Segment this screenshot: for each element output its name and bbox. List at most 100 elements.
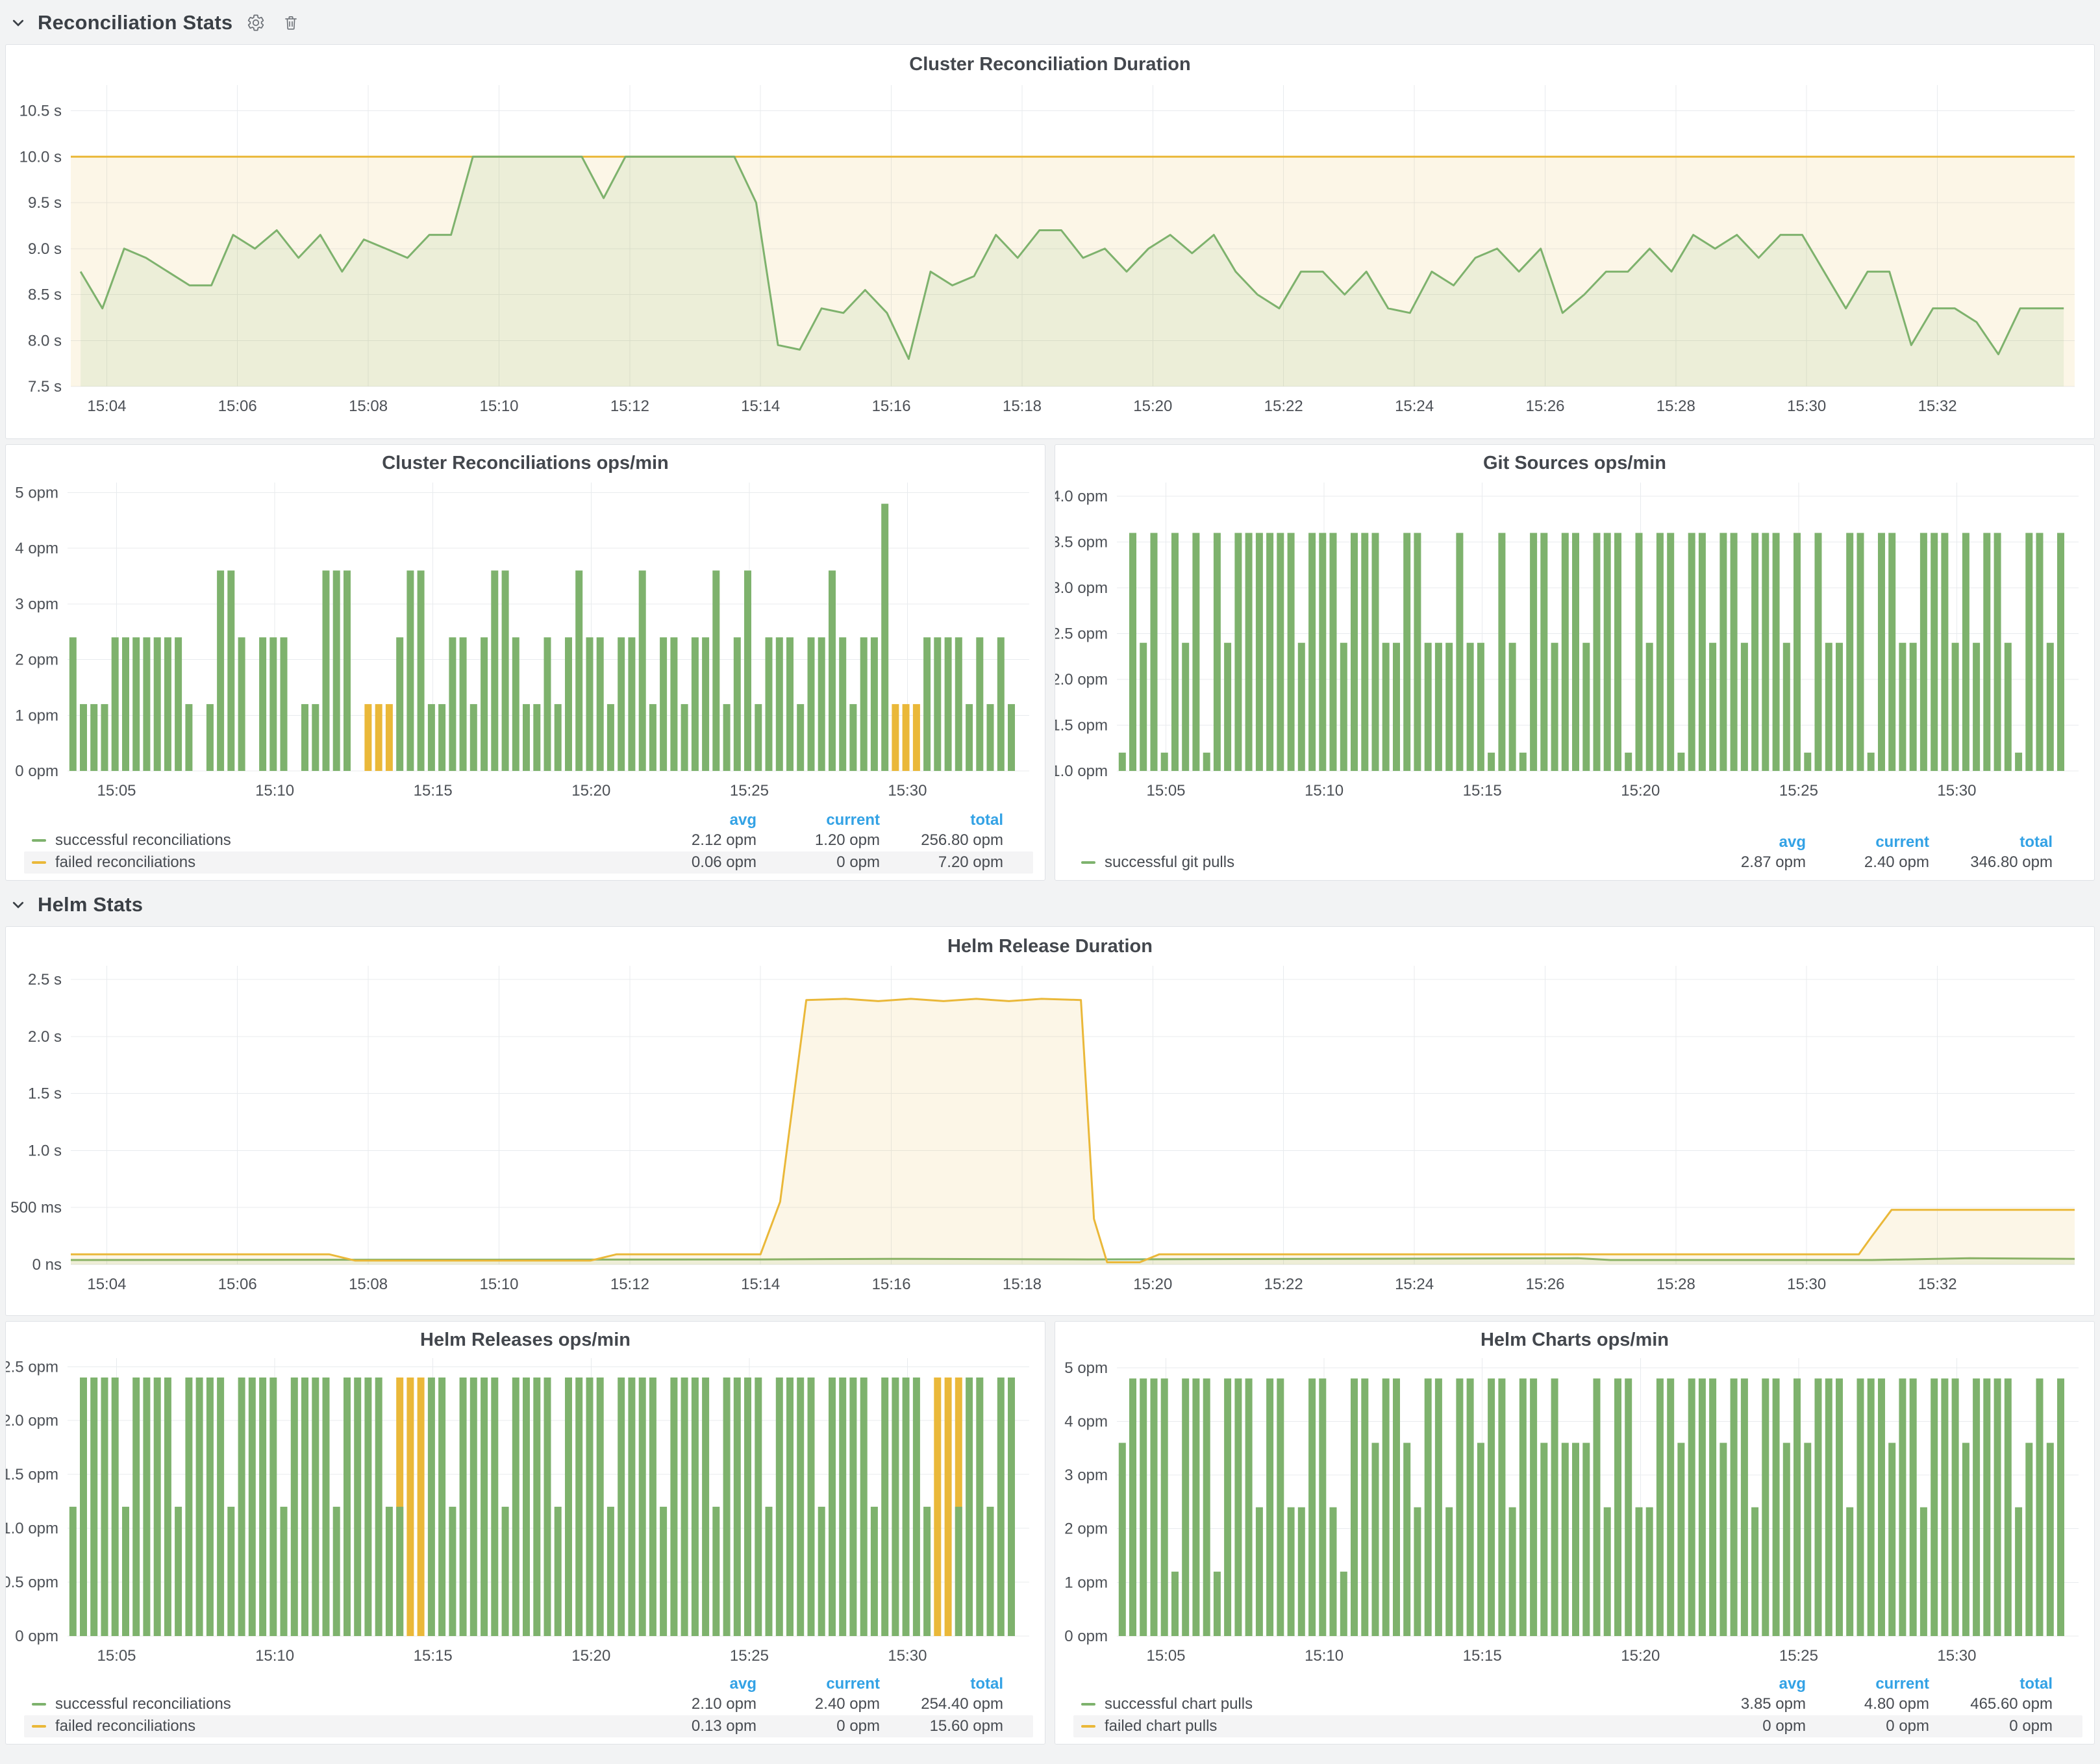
legend-sort-current[interactable]: current <box>756 811 880 829</box>
section-title[interactable]: Helm Stats <box>38 893 143 916</box>
svg-text:15:32: 15:32 <box>1918 1276 1957 1293</box>
svg-text:15:16: 15:16 <box>872 397 911 415</box>
legend-sort-current[interactable]: current <box>756 1675 880 1693</box>
panel-title[interactable]: Helm Charts ops/min <box>1055 1322 2094 1349</box>
svg-text:2.0 opm: 2.0 opm <box>6 1412 58 1430</box>
svg-text:15:32: 15:32 <box>1918 397 1957 415</box>
legend-sort-current[interactable]: current <box>1806 833 1929 851</box>
legend-sort-total[interactable]: total <box>880 1675 1003 1693</box>
svg-text:1.5 opm: 1.5 opm <box>6 1466 58 1483</box>
panel-helm-charts-opm: Helm Charts ops/min 15:0515:1015:1515:20… <box>1055 1321 2095 1745</box>
legend: avgcurrenttotalsuccessful chart pulls3.8… <box>1073 1675 2082 1737</box>
svg-text:15:10: 15:10 <box>479 1276 518 1293</box>
svg-text:15:22: 15:22 <box>1264 397 1303 415</box>
panel-title[interactable]: Helm Releases ops/min <box>6 1322 1045 1349</box>
svg-text:0 ns: 0 ns <box>32 1256 62 1274</box>
svg-text:15:30: 15:30 <box>888 1647 927 1665</box>
svg-text:15:05: 15:05 <box>97 1647 136 1665</box>
legend-row[interactable]: successful chart pulls3.85 opm4.80 opm46… <box>1073 1693 2082 1715</box>
legend-sort-avg[interactable]: avg <box>633 811 756 829</box>
svg-text:15:08: 15:08 <box>349 397 388 415</box>
svg-text:4 opm: 4 opm <box>1064 1413 1108 1431</box>
svg-text:15:30: 15:30 <box>1787 397 1826 415</box>
legend-row[interactable]: failed chart pulls0 opm0 opm0 opm <box>1073 1715 2082 1737</box>
svg-text:500 ms: 500 ms <box>10 1199 62 1216</box>
panel-cluster-reconciliation-duration: Cluster Reconciliation Duration 15:04 15:… <box>5 44 2095 439</box>
trash-icon[interactable] <box>279 11 303 34</box>
legend-sort-current[interactable]: current <box>1806 1675 1929 1693</box>
chevron-down-icon[interactable] <box>10 897 26 913</box>
svg-text:15:10: 15:10 <box>255 1647 294 1665</box>
svg-text:5 opm: 5 opm <box>15 484 58 501</box>
legend: avgcurrenttotalsuccessful reconciliation… <box>24 811 1033 874</box>
svg-text:15:24: 15:24 <box>1395 1276 1434 1293</box>
line-chart-helm-release-duration[interactable]: 15:0415:0615:0815:1015:1215:1415:1615:18… <box>6 957 2094 1316</box>
svg-text:15:12: 15:12 <box>610 397 649 415</box>
svg-text:1 opm: 1 opm <box>15 707 58 724</box>
svg-text:15:30: 15:30 <box>1937 782 1976 800</box>
svg-text:15:22: 15:22 <box>1264 1276 1303 1293</box>
bar-chart-helm-releases[interactable]: 15:0515:1015:1515:2015:2515:300 opm0.5 o… <box>6 1349 1045 1677</box>
svg-text:15:10: 15:10 <box>1305 1647 1344 1665</box>
legend-sort-avg[interactable]: avg <box>633 1675 756 1693</box>
svg-text:15:30: 15:30 <box>888 782 927 800</box>
svg-text:15:15: 15:15 <box>414 1647 453 1665</box>
panel-title[interactable]: Git Sources ops/min <box>1055 445 2094 472</box>
svg-text:3 opm: 3 opm <box>15 596 58 613</box>
series-color-dash-icon <box>32 1725 46 1728</box>
series-color-dash-icon <box>1081 1725 1095 1728</box>
svg-text:1 opm: 1 opm <box>1064 1574 1108 1591</box>
svg-text:8.5 s: 8.5 s <box>28 286 62 304</box>
svg-text:15:30: 15:30 <box>1937 1647 1976 1665</box>
line-chart-cluster-reconciliation-duration[interactable]: 15:0415:0615:0815:1015:1215:1415:1615:18… <box>6 75 2094 439</box>
legend-row[interactable]: successful reconciliations2.10 opm2.40 o… <box>24 1693 1033 1715</box>
svg-text:4 opm: 4 opm <box>15 540 58 557</box>
svg-text:15:18: 15:18 <box>1003 397 1042 415</box>
bar-chart-git-sources[interactable]: 15:0515:1015:1515:2015:2515:301.0 opm1.5… <box>1055 472 2094 813</box>
legend-sort-total[interactable]: total <box>880 811 1003 829</box>
svg-text:15:04: 15:04 <box>87 397 126 415</box>
svg-text:15:12: 15:12 <box>610 1276 649 1293</box>
gear-icon[interactable] <box>244 11 268 34</box>
legend-row[interactable]: failed reconciliations0.06 opm0 opm7.20 … <box>24 851 1033 874</box>
series-color-dash-icon <box>32 1703 46 1706</box>
legend-sort-avg[interactable]: avg <box>1682 833 1806 851</box>
legend-row[interactable]: successful git pulls2.87 opm2.40 opm346.… <box>1073 851 2082 874</box>
svg-text:2.0 s: 2.0 s <box>28 1028 62 1046</box>
svg-text:0 opm: 0 opm <box>15 762 58 780</box>
bar-chart-cluster-reconciliations[interactable]: 15:0515:1015:1515:2015:2515:300 opm1 opm… <box>6 472 1045 813</box>
legend-header-row: avgcurrenttotal <box>24 1675 1033 1693</box>
legend-sort-avg[interactable]: avg <box>1682 1675 1806 1693</box>
svg-text:0 opm: 0 opm <box>15 1628 58 1645</box>
svg-text:15:05: 15:05 <box>1146 782 1185 800</box>
svg-text:15:14: 15:14 <box>741 1276 780 1293</box>
legend-row[interactable]: failed reconciliations0.13 opm0 opm15.60… <box>24 1715 1033 1737</box>
legend-sort-total[interactable]: total <box>1929 1675 2053 1693</box>
panel-helm-releases-opm: Helm Releases ops/min 15:05 15:10 15:15 15:… <box>5 1321 1045 1745</box>
chevron-down-icon[interactable] <box>10 15 26 31</box>
panel-title[interactable]: Helm Release Duration <box>6 927 2094 957</box>
svg-text:15:14: 15:14 <box>741 397 780 415</box>
svg-text:15:15: 15:15 <box>1463 1647 1502 1665</box>
svg-text:15:25: 15:25 <box>730 1647 769 1665</box>
svg-text:15:20: 15:20 <box>1133 1276 1172 1293</box>
svg-text:15:16: 15:16 <box>872 1276 911 1293</box>
svg-text:9.0 s: 9.0 s <box>28 240 62 258</box>
legend: avgcurrenttotalsuccessful reconciliation… <box>24 1675 1033 1737</box>
panel-title[interactable]: Cluster Reconciliation Duration <box>6 45 2094 75</box>
legend-row[interactable]: successful reconciliations2.12 opm1.20 o… <box>24 829 1033 851</box>
section-title[interactable]: Reconciliation Stats <box>38 11 232 34</box>
svg-text:1.0 opm: 1.0 opm <box>1055 762 1108 780</box>
svg-text:3.5 opm: 3.5 opm <box>1055 534 1108 551</box>
svg-text:2.5 s: 2.5 s <box>28 971 62 989</box>
svg-text:15:20: 15:20 <box>571 1647 610 1665</box>
svg-text:15:05: 15:05 <box>1146 1647 1185 1665</box>
panel-cluster-reconciliations-opm: Cluster Reconciliations ops/min 15:0515:… <box>5 444 1045 881</box>
panel-title[interactable]: Cluster Reconciliations ops/min <box>6 445 1045 472</box>
svg-text:10.5 s: 10.5 s <box>19 103 62 120</box>
bar-chart-helm-charts[interactable]: 15:0515:1015:1515:2015:2515:300 opm1 opm… <box>1055 1349 2094 1677</box>
svg-text:15:10: 15:10 <box>255 782 294 800</box>
legend-sort-total[interactable]: total <box>1929 833 2053 851</box>
svg-text:2.5 opm: 2.5 opm <box>1055 625 1108 643</box>
svg-text:4.0 opm: 4.0 opm <box>1055 488 1108 505</box>
